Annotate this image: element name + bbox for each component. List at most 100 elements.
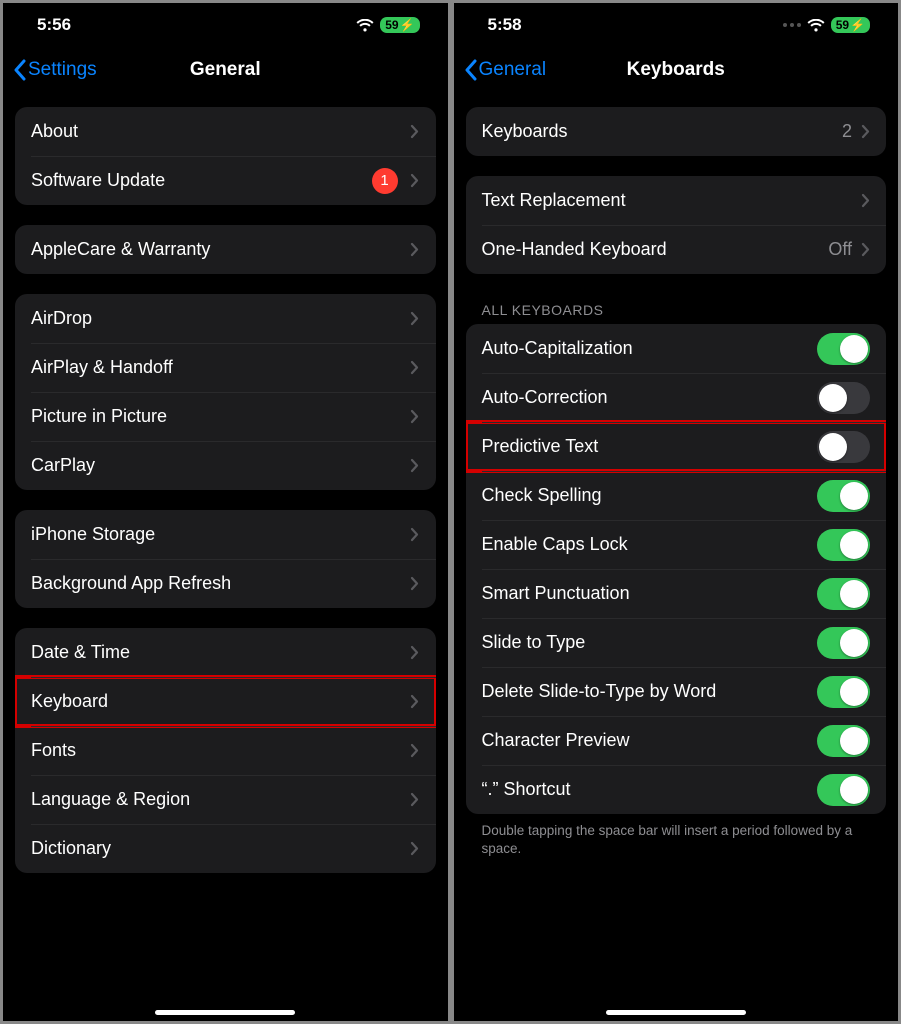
row-text-replacement[interactable]: Text Replacement <box>466 176 887 225</box>
row-label: Smart Punctuation <box>482 583 818 604</box>
row-label: Keyboard <box>31 691 410 712</box>
toggle-smart-punct[interactable] <box>817 578 870 610</box>
row-about[interactable]: About <box>15 107 436 156</box>
battery-icon: 59⚡ <box>380 17 419 33</box>
row-delete-slide: Delete Slide-to-Type by Word <box>466 667 887 716</box>
row-label: About <box>31 121 410 142</box>
row-label: Background App Refresh <box>31 573 410 594</box>
row-one-handed[interactable]: One-Handed KeyboardOff <box>466 225 887 274</box>
content-keyboards[interactable]: Keyboards2 Text Replacement One-Handed Key… <box>454 93 899 1021</box>
status-time: 5:58 <box>488 15 522 35</box>
chevron-right-icon <box>410 576 420 592</box>
chevron-right-icon <box>410 743 420 759</box>
chevron-right-icon <box>410 527 420 543</box>
signal-dots <box>783 23 801 27</box>
row-software-update[interactable]: Software Update1 <box>15 156 436 205</box>
row-label: Software Update <box>31 170 372 191</box>
row-keyboards[interactable]: Keyboards2 <box>466 107 887 156</box>
row-airdrop[interactable]: AirDrop <box>15 294 436 343</box>
row-label: Auto-Capitalization <box>482 338 818 359</box>
row-value: 2 <box>842 121 852 142</box>
row-label: CarPlay <box>31 455 410 476</box>
row-label: AirPlay & Handoff <box>31 357 410 378</box>
row-value: Off <box>828 239 852 260</box>
row-keyboard[interactable]: Keyboard <box>15 677 436 726</box>
phone-general: 5:56 59⚡ Settings General About Software … <box>3 3 448 1021</box>
row-slide-type: Slide to Type <box>466 618 887 667</box>
badge: 1 <box>372 168 398 194</box>
home-indicator[interactable] <box>606 1010 746 1015</box>
chevron-right-icon <box>410 409 420 425</box>
back-button[interactable]: General <box>464 59 547 81</box>
row-bg-refresh[interactable]: Background App Refresh <box>15 559 436 608</box>
chevron-right-icon <box>410 360 420 376</box>
row-label: Text Replacement <box>482 190 861 211</box>
row-label: Language & Region <box>31 789 410 810</box>
chevron-right-icon <box>410 242 420 258</box>
row-label: Character Preview <box>482 730 818 751</box>
chevron-right-icon <box>860 242 870 258</box>
nav-bar: General Keyboards <box>454 47 899 93</box>
back-button[interactable]: Settings <box>13 59 97 81</box>
row-label: Keyboards <box>482 121 842 142</box>
toggle-spelling[interactable] <box>817 480 870 512</box>
row-label: AppleCare & Warranty <box>31 239 410 260</box>
row-label: Slide to Type <box>482 632 818 653</box>
row-period-shortcut: “.” Shortcut <box>466 765 887 814</box>
home-indicator[interactable] <box>155 1010 295 1015</box>
chevron-right-icon <box>410 173 420 189</box>
row-storage[interactable]: iPhone Storage <box>15 510 436 559</box>
row-label: Check Spelling <box>482 485 818 506</box>
content-general[interactable]: About Software Update1 AppleCare & Warrant… <box>3 93 448 1021</box>
toggle-predictive[interactable] <box>817 431 870 463</box>
toggle-caps-lock[interactable] <box>817 529 870 561</box>
row-applecare[interactable]: AppleCare & Warranty <box>15 225 436 274</box>
back-label: Settings <box>28 59 97 81</box>
row-spelling: Check Spelling <box>466 471 887 520</box>
wifi-icon <box>807 19 825 32</box>
chevron-right-icon <box>410 841 420 857</box>
chevron-right-icon <box>410 124 420 140</box>
row-label: “.” Shortcut <box>482 779 818 800</box>
row-label: Date & Time <box>31 642 410 663</box>
row-label: Dictionary <box>31 838 410 859</box>
chevron-right-icon <box>860 193 870 209</box>
status-bar: 5:56 59⚡ <box>3 3 448 47</box>
row-smart-punct: Smart Punctuation <box>466 569 887 618</box>
row-date-time[interactable]: Date & Time <box>15 628 436 677</box>
toggle-slide-type[interactable] <box>817 627 870 659</box>
row-label: Fonts <box>31 740 410 761</box>
row-dictionary[interactable]: Dictionary <box>15 824 436 873</box>
row-label: One-Handed Keyboard <box>482 239 829 260</box>
toggle-auto-cap[interactable] <box>817 333 870 365</box>
wifi-icon <box>356 19 374 32</box>
toggle-auto-correct[interactable] <box>817 382 870 414</box>
phone-keyboards: 5:58 59⚡ General Keyboards Keyboards2Tex… <box>454 3 899 1021</box>
row-airplay[interactable]: AirPlay & Handoff <box>15 343 436 392</box>
chevron-right-icon <box>410 792 420 808</box>
row-auto-correct: Auto-Correction <box>466 373 887 422</box>
toggle-delete-slide[interactable] <box>817 676 870 708</box>
row-caps-lock: Enable Caps Lock <box>466 520 887 569</box>
section-header-all-keyboards: ALL KEYBOARDS <box>482 302 887 318</box>
row-label: Delete Slide-to-Type by Word <box>482 681 818 702</box>
back-label: General <box>479 59 547 81</box>
row-auto-cap: Auto-Capitalization <box>466 324 887 373</box>
row-language[interactable]: Language & Region <box>15 775 436 824</box>
status-time: 5:56 <box>37 15 71 35</box>
chevron-right-icon <box>410 694 420 710</box>
row-carplay[interactable]: CarPlay <box>15 441 436 490</box>
row-label: Picture in Picture <box>31 406 410 427</box>
chevron-right-icon <box>410 645 420 661</box>
chevron-right-icon <box>410 458 420 474</box>
row-pip[interactable]: Picture in Picture <box>15 392 436 441</box>
toggle-char-preview[interactable] <box>817 725 870 757</box>
row-label: iPhone Storage <box>31 524 410 545</box>
nav-bar: Settings General <box>3 47 448 93</box>
toggle-period-shortcut[interactable] <box>817 774 870 806</box>
chevron-right-icon <box>860 124 870 140</box>
row-char-preview: Character Preview <box>466 716 887 765</box>
row-predictive: Predictive Text <box>466 422 887 471</box>
row-fonts[interactable]: Fonts <box>15 726 436 775</box>
row-label: Auto-Correction <box>482 387 818 408</box>
